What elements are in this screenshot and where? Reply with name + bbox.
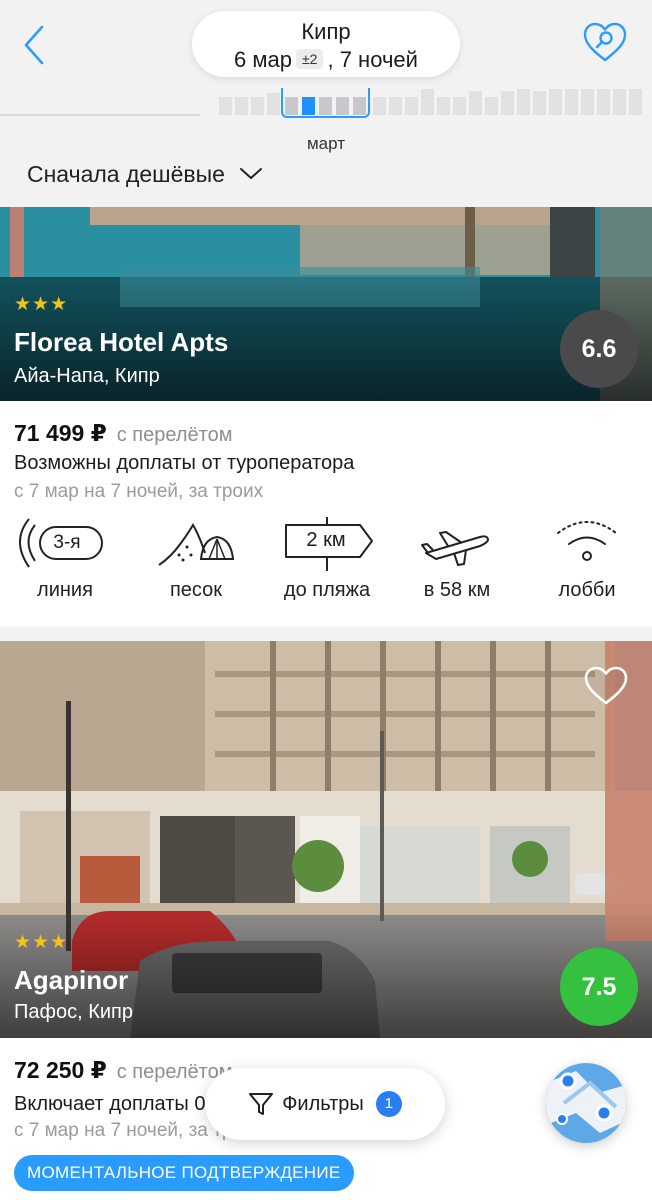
- departure-date: 6 мар: [234, 47, 292, 72]
- airplane-icon: [421, 531, 489, 566]
- hotel-location: Айа-Напа, Кипр: [14, 365, 160, 387]
- filters-button[interactable]: Фильтры 1: [205, 1068, 445, 1140]
- calendar-day[interactable]: [597, 89, 610, 115]
- nights-count: , 7 ночей: [327, 47, 418, 72]
- price-row: 72 250 ₽ с перелётом: [14, 1057, 232, 1084]
- price-note: с перелётом: [116, 424, 233, 446]
- calendar-day[interactable]: [533, 91, 546, 115]
- calendar-day[interactable]: [613, 89, 626, 115]
- rating-badge: 6.6: [560, 310, 638, 388]
- calendar-day[interactable]: [485, 97, 498, 115]
- hotel-location: Пафос, Кипр: [14, 1001, 133, 1023]
- calendar-day[interactable]: [501, 91, 514, 115]
- feature-label: в 58 км: [423, 579, 491, 601]
- feature-label: песок: [169, 579, 223, 601]
- calendar-day[interactable]: [251, 97, 264, 115]
- hotel-stars: ★★★: [14, 932, 69, 953]
- hotel-name: Agapinor: [14, 965, 129, 995]
- calendar-day[interactable]: [469, 91, 482, 115]
- back-button[interactable]: [20, 24, 50, 66]
- calendar-day[interactable]: [453, 97, 466, 115]
- filter-funnel-icon: [249, 1093, 274, 1115]
- feature-airport: в 58 км: [392, 513, 522, 602]
- date-flex-badge: ±2: [296, 49, 324, 69]
- sort-label: Сначала дешёвые: [27, 160, 225, 187]
- calendar-day[interactable]: [517, 89, 530, 115]
- rating-badge: 7.5: [560, 948, 638, 1026]
- feature-beach-line: 3-я линия: [0, 513, 130, 602]
- hotel-stars: ★★★: [14, 294, 69, 315]
- hotel-name: Florea Hotel Apts: [14, 327, 229, 357]
- chevron-down-icon: [239, 168, 262, 179]
- destination-title: Кипр: [301, 19, 351, 44]
- selected-range-bracket: [281, 88, 370, 118]
- beach-line-value: 3-я: [53, 532, 81, 553]
- month-label: март: [306, 134, 345, 153]
- price-description: Включает доплаты 0 ₽: [14, 1093, 224, 1115]
- feature-wifi: лобби: [522, 513, 652, 602]
- instant-confirmation-badge: МОМЕНТАЛЬНОЕ ПОДТВЕРЖДЕНИЕ: [14, 1155, 354, 1191]
- map-icon: [546, 1063, 626, 1143]
- heart-outline-icon: [584, 666, 628, 705]
- filters-count-badge: 1: [375, 1091, 402, 1117]
- calendar-day[interactable]: [219, 97, 232, 115]
- feature-label: лобби: [558, 579, 616, 601]
- calendar-day[interactable]: [421, 89, 434, 115]
- calendar-day[interactable]: [389, 97, 402, 115]
- chevron-left-icon: [24, 25, 44, 65]
- calendar-day[interactable]: [405, 97, 418, 115]
- beach-distance-value: 2 км: [306, 529, 346, 551]
- calendar-day[interactable]: [235, 97, 248, 115]
- price: 71 499 ₽: [14, 420, 107, 446]
- calendar-day[interactable]: [267, 93, 280, 115]
- feature-label: до пляжа: [283, 579, 371, 601]
- calendar-day[interactable]: [565, 89, 578, 115]
- favorite-button[interactable]: [583, 665, 629, 707]
- favorites-button[interactable]: [582, 20, 628, 66]
- feature-distance: 2 км до пляжа: [262, 513, 392, 602]
- hotel-features: 3-я линия песок 2 км до пляжа в 58 км ло…: [0, 513, 652, 613]
- price: 72 250 ₽: [14, 1057, 107, 1083]
- map-button[interactable]: [546, 1063, 626, 1143]
- trip-dates: с 7 мар на 7 ночей, за троих: [14, 481, 264, 502]
- price-description: Возможны доплаты от туроператора: [14, 452, 355, 474]
- calendar-day[interactable]: [581, 89, 594, 115]
- sand-shell-icon: [158, 523, 235, 566]
- sort-dropdown[interactable]: Сначала дешёвые: [27, 158, 263, 190]
- calendar-day[interactable]: [373, 97, 386, 115]
- calendar-day[interactable]: [437, 97, 450, 115]
- search-summary-button[interactable]: Кипр 6 мар ±2, 7 ночей: [192, 11, 460, 77]
- price-row: 71 499 ₽ с перелётом: [14, 420, 232, 447]
- calendar-day[interactable]: [549, 89, 562, 115]
- calendar-dashes: [0, 114, 200, 116]
- feature-sand: песок: [131, 513, 261, 602]
- heart-search-icon: [583, 22, 627, 62]
- calendar-day[interactable]: [629, 89, 642, 115]
- dates-summary: 6 мар ±2, 7 ночей: [192, 47, 460, 73]
- feature-label: линия: [37, 579, 93, 601]
- wifi-icon: [557, 521, 617, 561]
- filters-label: Фильтры: [282, 1092, 364, 1115]
- date-calendar-strip[interactable]: [0, 88, 652, 118]
- hotel-card[interactable]: ★★★ Florea Hotel Apts Айа-Напа, Кипр 6.6…: [0, 207, 652, 627]
